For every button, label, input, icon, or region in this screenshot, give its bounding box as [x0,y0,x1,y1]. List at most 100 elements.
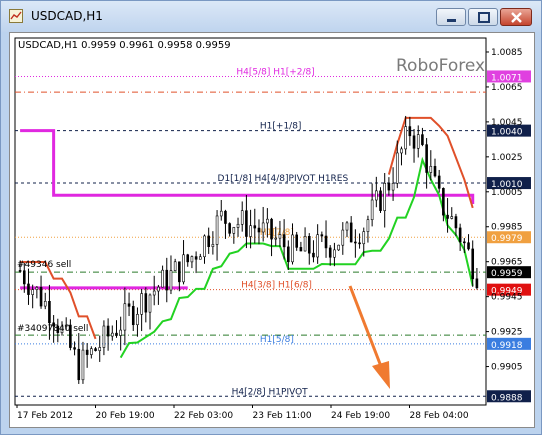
candle-body [245,210,248,237]
maximize-button[interactable] [468,8,498,26]
candle-body [236,223,240,228]
candle-body [186,254,190,263]
title-bar[interactable]: USDCAD,H1 [1,1,541,32]
candle-body [148,294,152,313]
candle-body [136,314,139,326]
candle-body [123,303,127,331]
candle-body [157,286,160,292]
order-label: #49346 sell [17,260,71,270]
candle-body [299,247,303,252]
level-label: H4[3/8] H1[6/8] [241,281,312,291]
candle-body [454,216,458,229]
x-tick-label: 22 Feb 03:00 [174,411,233,421]
candle-body [446,214,449,219]
candle-body [354,241,357,244]
candle-body [412,135,416,149]
candle-body [152,290,156,296]
candle-body [169,270,173,291]
candle-body [127,303,131,307]
candle-body [307,236,311,254]
chart-area[interactable]: H4[5/8] H1[+2/8] H1[+1/8] D1[1/8] H4[4/8]P… [9,32,535,428]
candle-body [81,349,85,381]
candle-body [161,269,164,288]
candle-body [131,306,135,326]
candle-body [194,256,198,260]
close-button[interactable] [500,8,532,26]
candle-body [85,349,89,355]
candle-body [295,234,298,248]
candle-body [94,348,97,351]
candle-body [182,254,185,283]
candle-body [144,293,148,313]
candle-body [203,235,206,258]
candle-body [425,144,428,173]
level-label: H4[2/8] H1PIVOT [232,387,309,397]
candle-body [421,134,424,145]
candle-body [110,332,114,337]
candle-body [31,289,34,295]
candle-body [266,218,269,224]
watermark: RoboForex [396,56,485,76]
terminal-window: USDCAD,H1 H4[5/8] H1[+2/8] H1[+1/8] D1[1/8… [0,0,542,435]
x-tick-label: 28 Feb 04:00 [410,411,469,421]
candle-body [442,188,445,216]
y-tick-label: 1.0065 [491,83,523,93]
candle-body [328,247,332,258]
price-tag-label: 0.9979 [491,234,523,244]
candle-body [73,347,76,350]
candle-body [207,235,210,247]
window-title: USDCAD,H1 [31,9,103,23]
candle-body [404,126,407,150]
price-chart[interactable]: H4[5/8] H1[+2/8] H1[+1/8] D1[1/8] H4[4/8]P… [10,33,534,427]
y-tick-label: 1.0005 [491,188,523,198]
candle-body [249,225,252,237]
minimize-button[interactable] [436,8,466,26]
level-label: H1[7/8] [260,228,294,238]
y-tick-label: 0.9985 [491,223,523,233]
candle-body [140,293,143,315]
candle-body [458,227,462,243]
candle-body [358,242,361,245]
candle-body [349,222,353,243]
y-tick-label: 0.9965 [491,258,523,268]
minimize-icon [447,19,456,22]
x-tick-label: 24 Feb 19:00 [331,411,390,421]
y-tick-label: 1.0045 [491,118,523,128]
candle-body [383,182,387,211]
price-tag-label: 0.9918 [491,341,523,351]
candle-body [312,252,315,258]
candle-body [324,235,328,249]
candle-body [190,256,194,263]
candle-body [375,190,378,201]
candle-body [199,256,202,260]
candle-body [102,325,106,348]
candle-body [224,210,227,224]
candle-body [471,248,475,280]
candle-body [215,215,219,245]
candle-body [43,301,47,307]
order-label: #34097840 sell [17,324,88,334]
candle-body [416,134,420,149]
maximize-icon [478,12,490,23]
level-label: H1[5/8] [260,335,294,345]
candle-body [232,227,236,234]
candle-body [253,225,257,229]
candle-body [240,210,244,225]
candle-body [408,126,412,137]
candle-body [337,244,340,251]
candle-body [48,301,51,324]
candle-body [27,283,30,295]
candle-body [228,223,231,234]
candle-body [316,234,319,258]
candle-body [282,234,286,248]
candle-body [274,237,278,240]
candle-body [400,148,403,154]
y-tick-label: 0.9925 [491,328,523,338]
candle-body [370,199,374,221]
candle-body [165,269,169,291]
candle-body [90,348,93,355]
x-tick-label: 17 Feb 2012 [17,411,73,421]
candle-body [119,329,122,336]
candle-body [115,332,118,336]
candle-body [463,241,466,244]
